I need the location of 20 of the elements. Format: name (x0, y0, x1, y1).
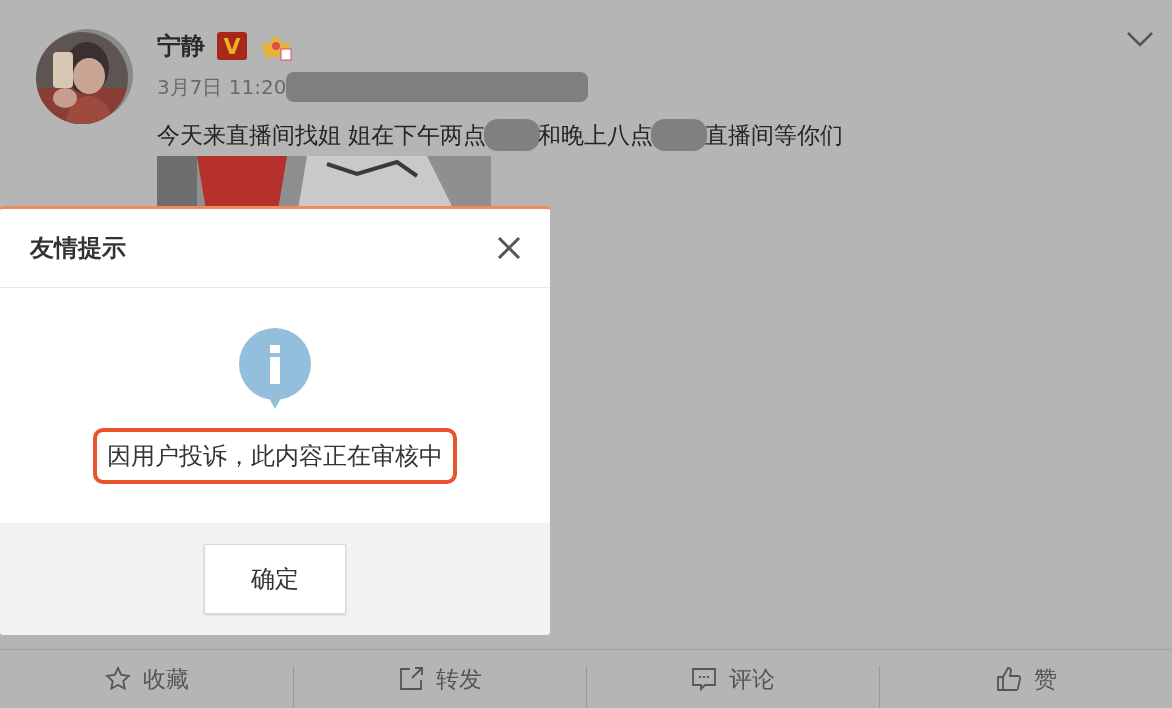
post-text: 今天来直播间找姐 姐在下午两点 (157, 120, 487, 150)
info-icon (239, 328, 311, 410)
dialog-message: 因用户投诉，此内容正在审核中 (93, 428, 457, 484)
thumbs-up-icon (995, 666, 1022, 692)
action-button[interactable]: 收藏 (104, 663, 189, 695)
comment-icon (691, 666, 717, 692)
star-icon (104, 666, 131, 692)
action-button[interactable]: 转发 (398, 663, 482, 695)
dialog-title: 友情提示 (30, 233, 126, 264)
post-time: 3月7日 11:20 (157, 73, 287, 101)
chevron-down-icon[interactable] (1126, 30, 1154, 48)
share-icon (398, 666, 424, 692)
post-text: 直播间等你们 (705, 120, 844, 150)
author-name[interactable]: 宁静 (157, 30, 205, 62)
verified-badge: V (217, 32, 247, 60)
post-text: 和晚上八点 (538, 120, 654, 150)
close-button[interactable] (496, 235, 522, 261)
confirm-button[interactable]: 确定 (204, 544, 346, 614)
action-button[interactable]: 评论 (691, 663, 775, 695)
action-button[interactable]: 赞 (995, 663, 1057, 695)
